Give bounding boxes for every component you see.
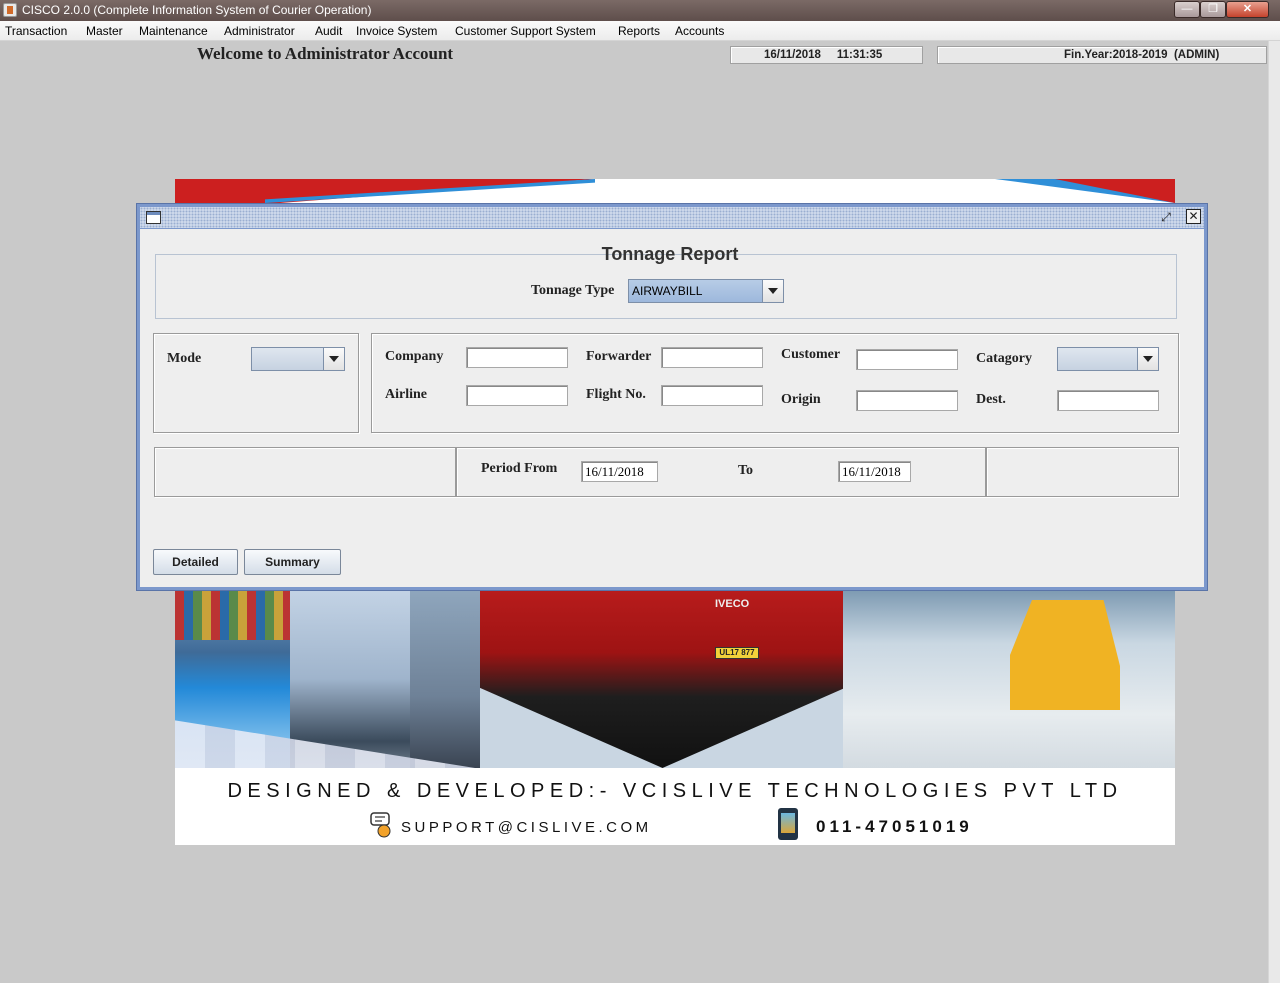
origin-input[interactable] — [856, 390, 958, 411]
period-to-label: To — [738, 463, 754, 478]
dialog-titlebar[interactable]: ⤢ ✕ — [140, 207, 1204, 228]
flight-no-input[interactable] — [661, 385, 763, 406]
menu-reports[interactable]: Reports — [618, 24, 660, 38]
dialog-window-icon — [146, 211, 161, 224]
mode-select[interactable] — [251, 347, 345, 371]
flight-no-label: Flight No. — [586, 387, 646, 402]
tonnage-type-label: Tonnage Type — [531, 283, 615, 298]
menu-transaction[interactable]: Transaction — [5, 24, 67, 38]
customer-label: Customer — [781, 347, 841, 362]
period-from-input[interactable]: 16/11/2018 — [581, 461, 658, 482]
dialog-body: Tonnage Report Tonnage Type AIRWAYBILL M… — [140, 229, 1204, 587]
chevron-down-icon[interactable] — [762, 280, 783, 302]
desktop-scrollbar[interactable] — [1268, 41, 1280, 983]
period-to-input[interactable]: 16/11/2018 — [838, 461, 911, 482]
period-left-panel — [154, 447, 456, 497]
forwarder-label: Forwarder — [586, 349, 652, 364]
forklift-image — [1010, 600, 1120, 710]
airline-label: Airline — [385, 387, 427, 402]
detailed-button[interactable]: Detailed — [153, 549, 238, 575]
dialog-restore-icon[interactable]: ⤢ — [1158, 210, 1174, 225]
phone-number-text: 011-47051019 — [816, 817, 973, 836]
banner-credits: DESIGNED & DEVELOPED:- VCISLIVE TECHNOLO… — [175, 768, 1175, 845]
menu-customer-support-system[interactable]: Customer Support System — [455, 24, 596, 38]
summary-button[interactable]: Summary — [244, 549, 341, 575]
menu-invoice-system[interactable]: Invoice System — [356, 24, 437, 38]
truck-image: IVECO — [480, 590, 845, 768]
catagory-label: Catagory — [976, 351, 1032, 366]
company-label: Company — [385, 349, 444, 364]
period-right-panel — [986, 447, 1179, 497]
period-from-label: Period From — [481, 461, 558, 476]
menu-master[interactable]: Master — [86, 24, 123, 38]
dialog-close-icon[interactable]: ✕ — [1186, 209, 1201, 224]
menu-administrator[interactable]: Administrator — [224, 24, 295, 38]
origin-label: Origin — [781, 392, 821, 407]
minimize-button[interactable]: — — [1174, 1, 1200, 18]
banner-photo-collage: IVECO UL17 877 — [175, 590, 1175, 768]
truck-brand-text: IVECO — [715, 598, 750, 610]
menu-accounts[interactable]: Accounts — [675, 24, 724, 38]
company-input[interactable] — [466, 347, 568, 368]
menu-bar: Transaction Master Maintenance Administr… — [0, 21, 1280, 41]
customer-input[interactable] — [856, 349, 958, 370]
support-chat-icon — [370, 812, 391, 838]
chevron-down-icon[interactable] — [1137, 348, 1158, 370]
fin-year-display: Fin.Year:2018-2019 (ADMIN) — [937, 46, 1267, 64]
menu-maintenance[interactable]: Maintenance — [139, 24, 208, 38]
window-titlebar: CISCO 2.0.0 (Complete Information System… — [0, 0, 1280, 21]
warehouse-image — [843, 590, 1175, 768]
tonnage-type-select[interactable]: AIRWAYBILL — [628, 279, 784, 303]
banner-top-graphic — [175, 179, 1175, 203]
datetime-display: 16/11/2018 11:31:35 — [730, 46, 923, 64]
catagory-select[interactable] — [1057, 347, 1159, 371]
welcome-heading: Welcome to Administrator Account — [197, 44, 454, 63]
port-crane-image — [290, 590, 410, 768]
mode-label: Mode — [167, 351, 202, 366]
containers-image — [175, 590, 290, 640]
airline-input[interactable] — [466, 385, 568, 406]
support-email-text: SUPPORT@CISLIVE.COM — [401, 819, 652, 836]
maximize-button[interactable]: ❐ — [1200, 1, 1226, 18]
dest-label: Dest. — [976, 392, 1006, 407]
truck-plate-text: UL17 877 — [715, 647, 759, 659]
designed-by-text: DESIGNED & DEVELOPED:- VCISLIVE TECHNOLO… — [227, 780, 1123, 802]
menu-audit[interactable]: Audit — [315, 24, 342, 38]
close-button[interactable]: ✕ — [1226, 1, 1269, 18]
dest-input[interactable] — [1057, 390, 1159, 411]
phone-icon — [778, 808, 798, 840]
report-title: Tonnage Report — [601, 244, 739, 264]
window-title: CISCO 2.0.0 (Complete Information System… — [22, 3, 372, 17]
tonnage-type-value: AIRWAYBILL — [632, 284, 703, 298]
forwarder-input[interactable] — [661, 347, 763, 368]
chevron-down-icon[interactable] — [323, 348, 344, 370]
tonnage-report-dialog: ⤢ ✕ Tonnage Report Tonnage Type AIRWAYBI… — [136, 203, 1208, 591]
app-icon — [3, 3, 17, 17]
city-skyline-image — [410, 590, 480, 768]
